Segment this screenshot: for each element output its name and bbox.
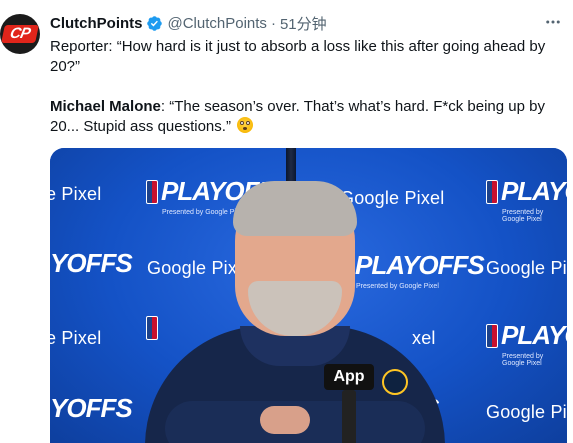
- backdrop-playoffs-sub: Presented by Google Pixel: [502, 353, 544, 367]
- nba-logo-icon: [486, 179, 498, 204]
- author-name[interactable]: ClutchPoints: [50, 15, 143, 32]
- flushed-face-emoji-icon: [237, 117, 254, 133]
- clutchpoints-logo: CP: [1, 25, 39, 43]
- separator-dot: ·: [270, 14, 276, 32]
- microphone-flag: App: [324, 364, 374, 390]
- backdrop-playoffs-text: YOFFS: [50, 248, 133, 278]
- backdrop-google-pixel-text: Google Pi: [486, 402, 567, 422]
- reporter-question: Reporter: “How hard is it just to absorb…: [50, 38, 546, 75]
- more-horizontal-icon[interactable]: [543, 12, 563, 32]
- nuggets-logo-icon: [382, 369, 408, 395]
- microphone-stand: [342, 390, 356, 443]
- backdrop-playoffs-logo: PLAYOFF: [486, 320, 567, 351]
- hand: [260, 406, 310, 434]
- video-media[interactable]: e Pixel YOFFS e Pixel YOFFS PLAYOFFS Pre…: [50, 148, 567, 443]
- avatar[interactable]: CP: [0, 14, 40, 54]
- backdrop-google-pixel-text: Google Pi: [486, 258, 567, 278]
- tweet-card[interactable]: CP ClutchPoints @ClutchPoints · 51分钟 Rep…: [0, 0, 573, 443]
- tweet-header: ClutchPoints @ClutchPoints · 51分钟: [50, 12, 573, 34]
- backdrop-playoffs-text: YOFFS: [50, 393, 133, 423]
- hair: [233, 181, 357, 236]
- backdrop-playoffs-sub: Presented by Google Pixel: [502, 209, 544, 223]
- backdrop-playoffs-logo: PLAYOFF: [486, 176, 567, 207]
- coach-figure: App: [130, 176, 460, 443]
- speaker-name: Michael Malone: [50, 98, 161, 115]
- author-handle[interactable]: @ClutchPoints: [168, 15, 267, 32]
- tweet-text: Reporter: “How hard is it just to absorb…: [50, 37, 562, 137]
- timestamp[interactable]: 51分钟: [280, 13, 327, 34]
- verified-badge-icon: [146, 15, 162, 31]
- backdrop-pixel-text: e Pixel: [50, 184, 102, 204]
- nba-logo-icon: [486, 323, 498, 348]
- backdrop-pixel-text: e Pixel: [50, 328, 102, 348]
- malone-quote: Michael Malone: “The season’s over. That…: [50, 97, 562, 137]
